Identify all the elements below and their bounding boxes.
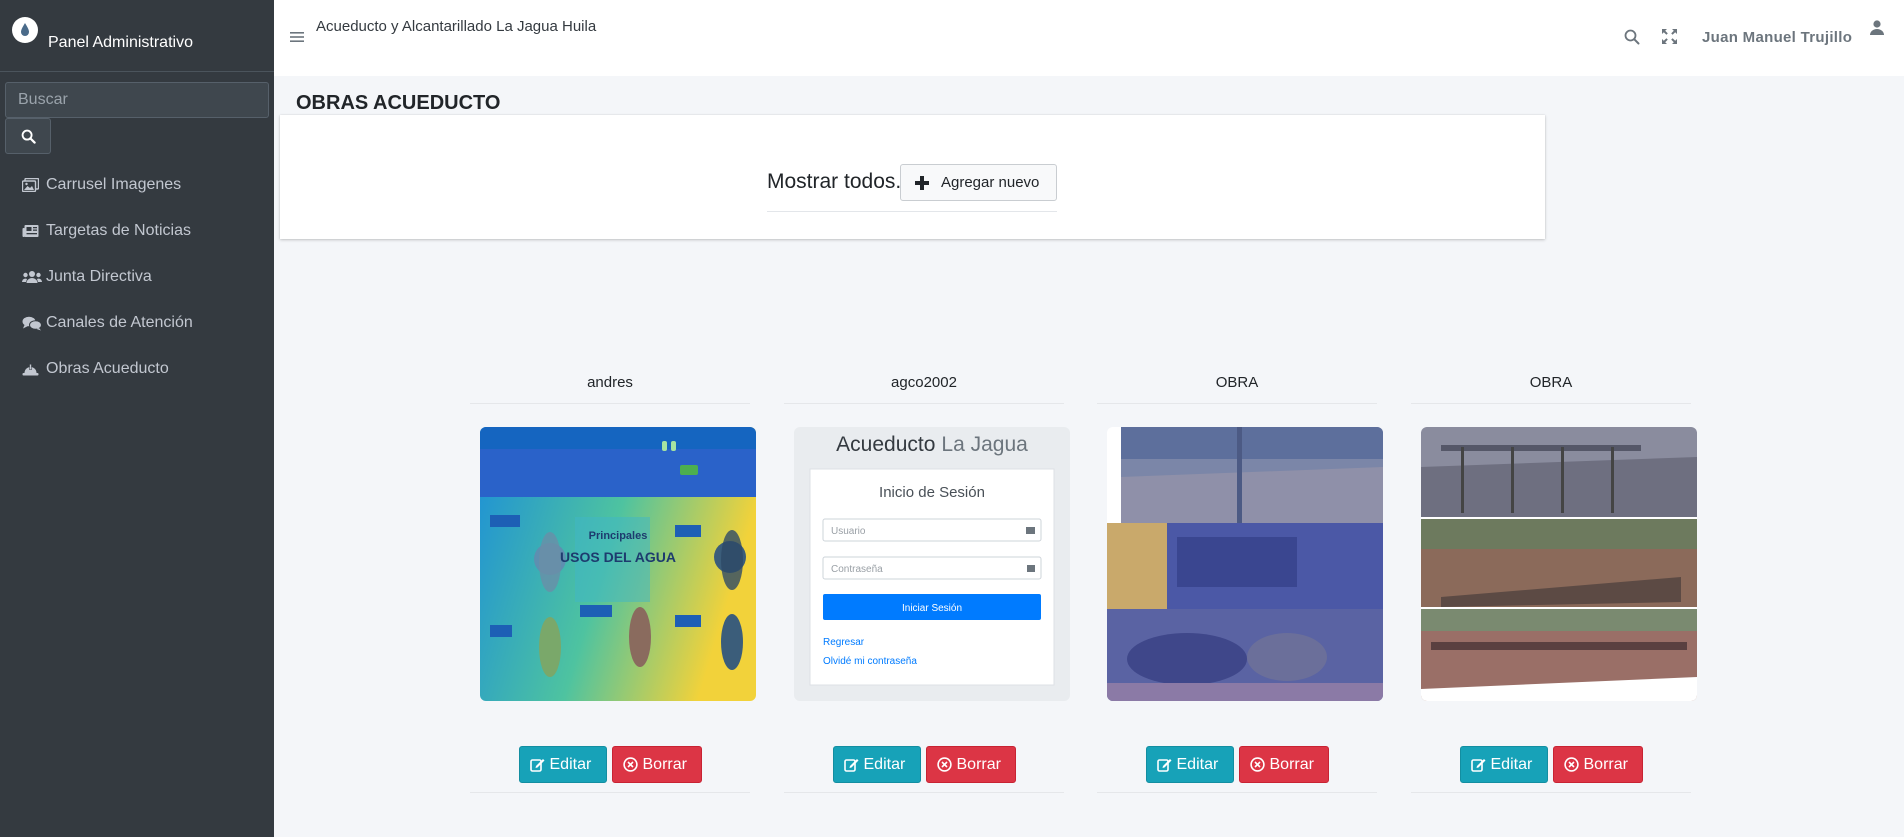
obra-card: agco2002 Acueducto La Jagua Inicio de Ses… xyxy=(784,370,1070,794)
sidebar-search-input[interactable] xyxy=(5,82,269,118)
edit-icon xyxy=(1156,757,1172,772)
edit-label: Editar xyxy=(1176,755,1219,773)
sidebar-item-label: Targetas de Noticias xyxy=(46,222,191,239)
delete-button[interactable]: Borrar xyxy=(1238,746,1329,783)
divider xyxy=(784,792,1064,793)
sidebar-item-carrusel[interactable]: Carrusel Imagenes xyxy=(0,162,274,208)
circle-x-icon xyxy=(1249,757,1265,772)
sidebar-item-label: Carrusel Imagenes xyxy=(46,176,182,193)
brand-logo-icon xyxy=(12,16,38,43)
circle-x-icon xyxy=(1563,757,1579,772)
user-name[interactable]: Juan Manuel Trujillo xyxy=(1702,29,1852,46)
user-icon[interactable] xyxy=(1870,20,1884,40)
obra-image[interactable]: Acueducto La Jagua Inicio de Sesión Usuar… xyxy=(794,427,1070,701)
search-icon xyxy=(21,129,36,144)
login-pass-placeholder: Contraseña xyxy=(831,564,883,575)
divider xyxy=(470,792,750,793)
top-navbar: Acueducto y Alcantarillado La Jagua Huil… xyxy=(274,0,1904,76)
delete-button[interactable]: Borrar xyxy=(925,746,1016,783)
edit-icon xyxy=(529,757,545,772)
site-title: Acueducto y Alcantarillado La Jagua Huil… xyxy=(316,18,597,35)
hard-hat-icon xyxy=(22,363,42,376)
page-title: OBRAS ACUEDUCTO xyxy=(296,92,501,114)
svg-text:AcueductoLa Jagua: Acueducto La Jagua xyxy=(836,433,1028,456)
add-new-button[interactable]: Agregar nuevo xyxy=(900,164,1057,201)
sidebar: Panel Administrativo Carrusel Imagenes T… xyxy=(0,0,274,837)
obra-actions: Editar Borrar xyxy=(784,746,1064,783)
plus-icon xyxy=(915,175,929,190)
edit-icon xyxy=(1470,757,1486,772)
divider xyxy=(470,403,750,404)
sidebar-nav: Carrusel Imagenes Targetas de Noticias J… xyxy=(0,162,274,392)
sidebar-item-noticias[interactable]: Targetas de Noticias xyxy=(0,208,274,254)
users-icon xyxy=(22,270,42,284)
obra-name: andres xyxy=(587,374,633,391)
obra-name: OBRA xyxy=(1529,374,1573,391)
sidebar-item-label: Canales de Atención xyxy=(46,314,193,331)
obra-card: andres Principales USOS DEL AGUA Editar … xyxy=(470,370,756,794)
obra-actions: Editar Borrar xyxy=(1097,746,1377,783)
login-title: Inicio de Sesión xyxy=(879,484,985,501)
obra-actions: Editar Borrar xyxy=(1411,746,1691,783)
login-back-link: Regresar xyxy=(823,637,865,648)
divider xyxy=(1097,792,1377,793)
obra-actions: Editar Borrar xyxy=(470,746,750,783)
delete-label: Borrar xyxy=(1269,755,1314,773)
login-brand-a: Acueducto xyxy=(836,433,935,456)
edit-label: Editar xyxy=(863,755,906,773)
sidebar-item-label: Obras Acueducto xyxy=(46,360,169,377)
fullscreen-icon[interactable] xyxy=(1662,29,1677,49)
delete-button[interactable]: Borrar xyxy=(1552,746,1643,783)
delete-label: Borrar xyxy=(1583,755,1628,773)
delete-button[interactable]: Borrar xyxy=(611,746,702,783)
login-brand-b: La Jagua xyxy=(941,433,1028,456)
navbar-search-icon[interactable] xyxy=(1624,29,1640,50)
circle-x-icon xyxy=(622,757,638,772)
obra-image[interactable] xyxy=(1107,427,1383,701)
obra-card: OBRA Editar Borrar xyxy=(1097,370,1383,794)
divider xyxy=(1411,403,1691,404)
add-new-label: Agregar nuevo xyxy=(941,174,1040,191)
images-icon xyxy=(22,178,42,192)
delete-label: Borrar xyxy=(956,755,1001,773)
newspaper-icon xyxy=(22,224,42,238)
brand-title: Panel Administrativo xyxy=(48,33,193,51)
login-button-label: Iniciar Sesión xyxy=(902,603,962,614)
edit-label: Editar xyxy=(1490,755,1533,773)
divider xyxy=(784,403,1064,404)
poster-heading-a: Principales xyxy=(589,530,648,542)
divider xyxy=(767,211,1057,212)
obra-name: agco2002 xyxy=(891,374,957,391)
edit-icon xyxy=(843,757,859,772)
edit-button[interactable]: Editar xyxy=(1459,746,1548,783)
obra-card: OBRA Editar Borrar xyxy=(1411,370,1697,794)
brand[interactable]: Panel Administrativo xyxy=(0,0,274,72)
edit-label: Editar xyxy=(549,755,592,773)
sidebar-item-canales[interactable]: Canales de Atención xyxy=(0,300,274,346)
login-user-placeholder: Usuario xyxy=(831,526,866,537)
login-forgot-link: Olvidé mi contraseña xyxy=(823,656,917,667)
edit-button[interactable]: Editar xyxy=(832,746,921,783)
sidebar-item-obras[interactable]: Obras Acueducto xyxy=(0,346,274,392)
edit-button[interactable]: Editar xyxy=(1145,746,1234,783)
edit-button[interactable]: Editar xyxy=(518,746,607,783)
obra-name: OBRA xyxy=(1215,374,1259,391)
obra-image[interactable]: Principales USOS DEL AGUA xyxy=(480,427,756,701)
comments-icon xyxy=(22,316,42,331)
menu-toggle-icon[interactable] xyxy=(290,30,304,48)
sidebar-item-label: Junta Directiva xyxy=(46,268,152,285)
delete-label: Borrar xyxy=(642,755,687,773)
divider xyxy=(1097,403,1377,404)
divider xyxy=(1411,792,1691,793)
poster-heading-b: USOS DEL AGUA xyxy=(560,549,676,565)
sidebar-item-junta[interactable]: Junta Directiva xyxy=(0,254,274,300)
circle-x-icon xyxy=(936,757,952,772)
sidebar-search xyxy=(0,72,274,154)
sidebar-search-button[interactable] xyxy=(5,118,51,154)
show-all-label: Mostrar todos. xyxy=(767,170,902,193)
obra-image[interactable] xyxy=(1421,427,1697,701)
